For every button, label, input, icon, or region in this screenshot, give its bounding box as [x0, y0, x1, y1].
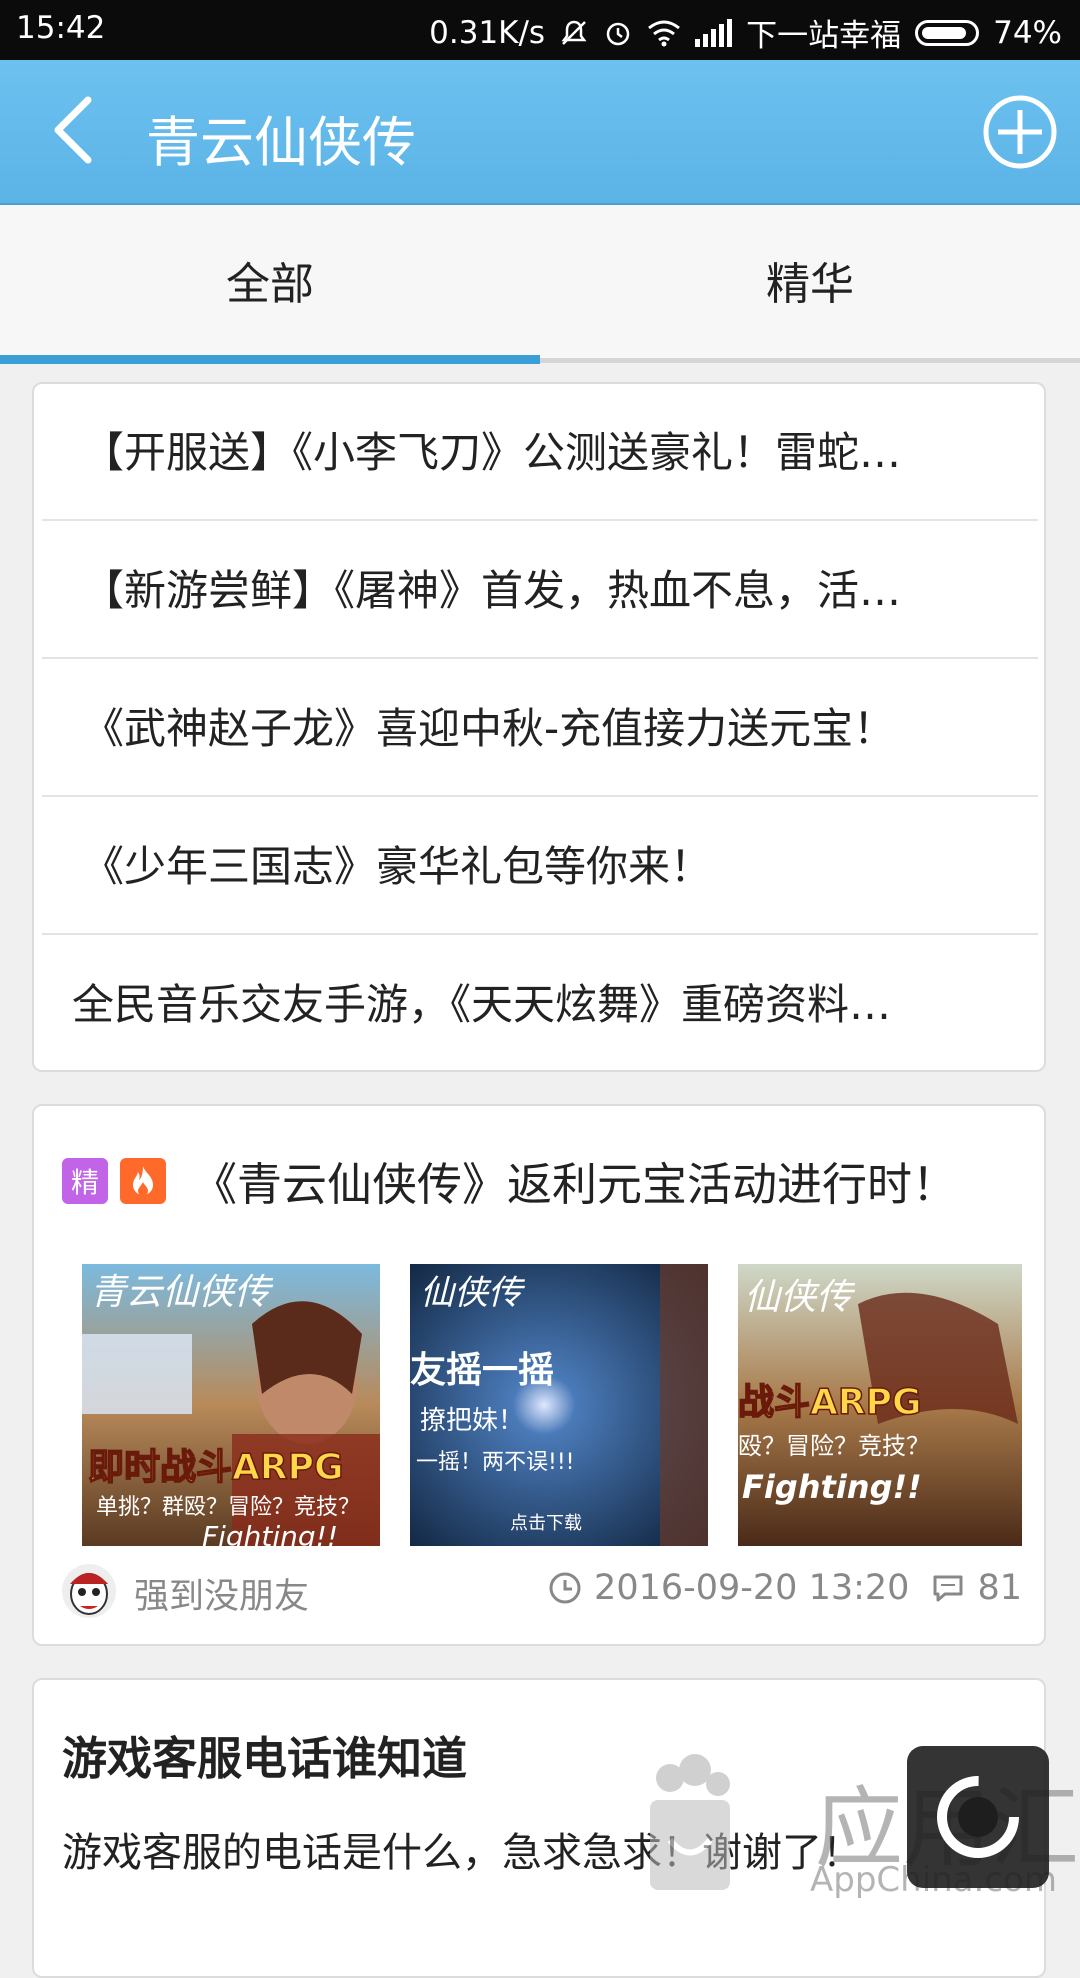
thumb-brand-text: 青云仙侠传: [90, 1272, 274, 1313]
post-title-row: 精 《青云仙侠传》返利元宝活动进行时！: [62, 1148, 957, 1213]
app-header: 青云仙侠传: [0, 60, 1080, 205]
comment-count: 81: [977, 1568, 1022, 1608]
hot-flame-icon: [120, 1157, 166, 1204]
add-post-icon[interactable]: [982, 94, 1058, 170]
wifi-icon: [648, 20, 681, 46]
tab-essence[interactable]: 精华: [540, 205, 1080, 363]
alarm-icon: [606, 22, 630, 45]
comment-icon: [933, 1575, 963, 1602]
tab-all[interactable]: 全部: [0, 205, 540, 363]
battery-percent: 74%: [993, 14, 1062, 51]
post-datetime: 2016-09-20 13:20: [594, 1568, 910, 1608]
thumb-subline: 单挑？群殴？冒险？竞技？: [96, 1495, 360, 1520]
thumb-foot: Fighting!!: [202, 1520, 338, 1546]
post-meta: 强到没朋友 2016-09-20 13:20 81: [62, 1558, 1022, 1620]
post-image[interactable]: 仙侠传 友摇一摇 撩把妹！ 一摇！两不误!!! 点击下载: [410, 1264, 708, 1546]
carrier-name: 下一站幸福: [746, 18, 902, 54]
post-image[interactable]: 仙侠传 战斗ARPG 殴？冒险？竞技？ Fighting!!: [738, 1264, 1022, 1546]
thumb-extra: 一摇！两不误!!!: [416, 1450, 574, 1475]
mute-bell-icon: [561, 20, 587, 45]
floating-assist-button[interactable]: [907, 1746, 1049, 1888]
thumb-headline: 友摇一摇: [410, 1350, 554, 1391]
refresh-circle-icon: [937, 1776, 1019, 1858]
essence-badge: 精: [62, 1157, 108, 1204]
clock-icon: [549, 1572, 581, 1604]
thumb-foot: 点击下载: [510, 1513, 582, 1534]
thumb-headline: 战斗ARPG: [738, 1382, 922, 1423]
net-speed: 0.31K/s: [429, 14, 546, 51]
status-bar: 15:42 0.31K/s 下一站幸福 74%: [0, 0, 1080, 60]
thumb-foot: Fighting!!: [742, 1468, 922, 1506]
post-title[interactable]: 《青云仙侠传》返利元宝活动进行时！: [192, 1148, 957, 1213]
thumb-brand-text: 仙侠传: [420, 1273, 526, 1313]
notice-item[interactable]: 【新游尝鲜】《屠神》首发，热血不息，活…: [42, 522, 1038, 659]
post-stats: 2016-09-20 13:20 81: [548, 1568, 1022, 1608]
watermark-logo-icon: [650, 1754, 730, 1890]
thumb-headline: 即时战斗ARPG: [88, 1447, 344, 1488]
signal-icon: [695, 18, 733, 47]
thumb-brand-text: 仙侠传: [744, 1277, 856, 1318]
notice-item[interactable]: 《少年三国志》豪华礼包等你来！: [42, 798, 1038, 935]
tab-indicator: [0, 355, 540, 364]
post-image[interactable]: 青云仙侠传 即时战斗ARPG 单挑？群殴？冒险？竞技？ Fighting!!: [82, 1264, 380, 1546]
post-card[interactable]: 精 《青云仙侠传》返利元宝活动进行时！ 青云仙侠传 即时战斗ARPG 单挑？群殴…: [32, 1104, 1046, 1646]
status-right: 0.31K/s 下一站幸福 74%: [429, 10, 1062, 55]
author-avatar[interactable]: [62, 1564, 116, 1618]
page-title: 青云仙侠传: [146, 111, 416, 174]
thumb-subline: 殴？冒险？竞技？: [738, 1432, 930, 1460]
author-name[interactable]: 强到没朋友: [134, 1568, 309, 1619]
status-time: 15:42: [16, 10, 106, 46]
post-thumbnails: 青云仙侠传 即时战斗ARPG 单挑？群殴？冒险？竞技？ Fighting!! 仙…: [82, 1264, 1022, 1546]
battery-icon: [915, 19, 980, 46]
notice-item[interactable]: 全民音乐交友手游，《天天炫舞》重磅资料…: [42, 936, 1038, 1073]
tab-bar: 全部 精华: [0, 205, 1080, 363]
back-arrow-icon[interactable]: [38, 90, 118, 170]
notice-item[interactable]: 【开服送】《小李飞刀》公测送豪礼！雷蛇…: [42, 384, 1038, 521]
thumb-subline: 撩把妹！: [420, 1406, 524, 1436]
notice-item[interactable]: 《武神赵子龙》喜迎中秋-充值接力送元宝！: [42, 660, 1038, 797]
question-title[interactable]: 游戏客服电话谁知道: [62, 1722, 467, 1787]
notice-list: 【开服送】《小李飞刀》公测送豪礼！雷蛇… 【新游尝鲜】《屠神》首发，热血不息，活…: [32, 382, 1046, 1072]
